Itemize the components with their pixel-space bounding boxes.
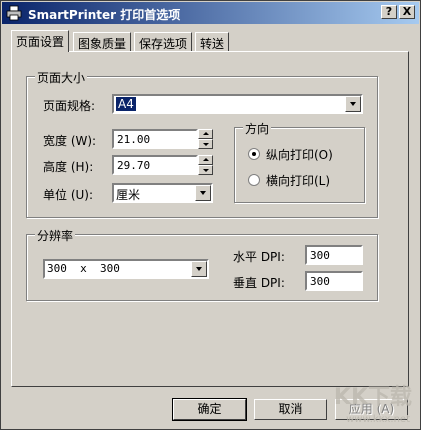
tab-panel: 页面大小 页面规格: A4 宽度 (W): 21.00 高度 (H): 29.7… [11,51,409,387]
chevron-down-icon[interactable] [345,96,361,112]
page-spec-select[interactable]: A4 [112,94,363,114]
width-label: 宽度 (W): [43,134,97,148]
watermark-logo: KK下载 [333,385,412,410]
page-spec-value: A4 [116,97,136,111]
orientation-group-label: 方向 [243,120,272,137]
page-size-group-label: 页面大小 [35,69,88,86]
landscape-radio[interactable] [248,174,260,186]
tab-image-quality[interactable]: 图象质量 [73,32,132,51]
landscape-label[interactable]: 横向打印(L) [266,172,330,189]
resolution-group-label: 分辨率 [35,227,76,244]
portrait-radio[interactable] [248,148,260,160]
ok-button[interactable]: 确定 [172,398,247,421]
tab-save-options[interactable]: 保存选项 [134,32,193,51]
help-button[interactable]: ? [381,5,397,19]
height-label: 高度 (H): [43,160,94,174]
width-spinner[interactable] [198,129,213,149]
unit-select[interactable]: 厘米 [112,183,213,203]
unit-label: 单位 (U): [43,188,94,202]
height-spinner[interactable] [198,155,213,175]
window-title: SmartPrinter 打印首选项 [28,8,181,22]
portrait-label[interactable]: 纵向打印(O) [266,146,333,163]
horizontal-dpi-input[interactable]: 300 [305,245,363,265]
chevron-down-icon[interactable] [195,185,211,201]
vertical-dpi-label: 垂直 DPI: [233,276,285,290]
horizontal-dpi-label: 水平 DPI: [233,250,285,264]
orientation-group: 方向 纵向打印(O) 横向打印(L) [234,120,365,203]
vertical-dpi-input[interactable]: 300 [305,271,363,291]
title-bar[interactable]: SmartPrinter 打印首选项 ? X [2,2,419,24]
printer-icon [6,5,22,21]
page-size-group: 页面大小 页面规格: A4 宽度 (W): 21.00 高度 (H): 29.7… [26,69,378,218]
page-spec-label: 页面规格: [43,99,96,113]
resolution-value: 300 x 300 [47,262,120,275]
height-input[interactable]: 29.70 [112,155,198,175]
tab-forward[interactable]: 转送 [195,32,230,51]
resolution-group: 分辨率 300 x 300 水平 DPI: 300 垂直 DPI: 300 [26,227,378,301]
watermark-url: www.kkx.net [346,414,410,425]
dialog-window: SmartPrinter 打印首选项 ? X 页面设置 图象质量 保存选项 转送… [0,0,421,430]
resolution-select[interactable]: 300 x 300 [43,259,209,279]
unit-value: 厘米 [116,188,141,202]
close-button[interactable]: X [399,5,415,19]
chevron-down-icon[interactable] [191,261,207,277]
tab-page-setup[interactable]: 页面设置 [11,30,70,52]
cancel-button[interactable]: 取消 [254,399,327,420]
width-input[interactable]: 21.00 [112,129,198,149]
